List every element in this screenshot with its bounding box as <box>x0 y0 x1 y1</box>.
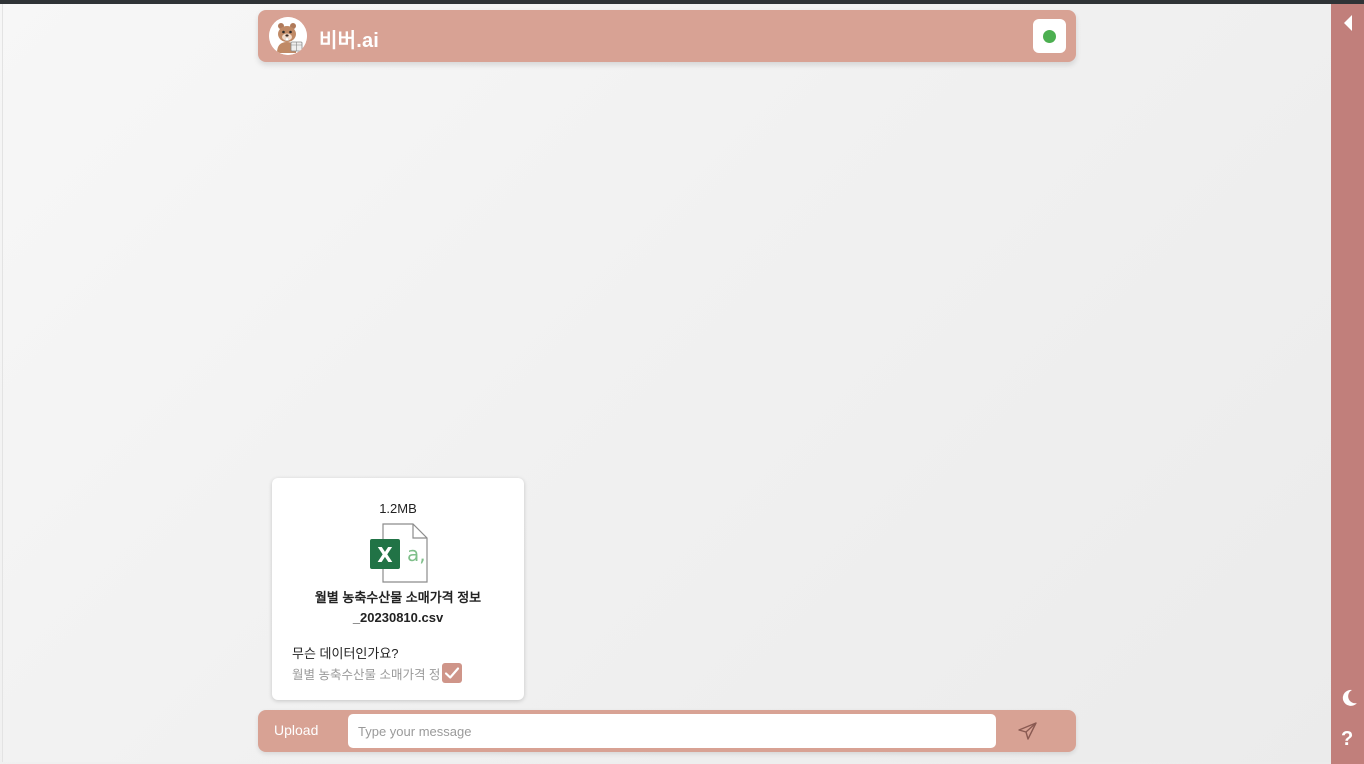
file-question-label: 무슨 데이터인가요? <box>292 646 399 661</box>
svg-text:a,: a, <box>407 542 426 566</box>
message-input[interactable] <box>348 714 996 748</box>
send-button[interactable] <box>1016 719 1040 743</box>
file-name-line2: _20230810.csv <box>352 610 444 625</box>
upload-button[interactable]: Upload <box>274 722 318 738</box>
file-answer-text: 월별 농축수산물 소매가격 정보 <box>292 668 440 682</box>
status-indicator[interactable] <box>1033 19 1066 53</box>
caret-left-icon <box>1344 15 1352 31</box>
online-status-dot-icon <box>1043 30 1056 43</box>
chat-area <box>2 4 1331 762</box>
excel-file-icon: a, X <box>369 522 429 584</box>
file-name-line1: 월별 농축수산물 소매가격 정보 <box>314 590 482 605</box>
file-size: 1.2MB <box>379 501 417 516</box>
beaver-avatar-icon <box>269 17 307 55</box>
help-button[interactable]: ? <box>1341 728 1353 750</box>
checkmark-icon <box>444 667 460 679</box>
file-name: 월별 농축수산물 소매가격 정보 _20230810.csv <box>282 588 514 628</box>
collapse-sidebar-button[interactable] <box>1341 14 1355 32</box>
svg-text:X: X <box>377 543 393 567</box>
app-background <box>0 4 1364 764</box>
confirm-checkbox[interactable] <box>442 663 462 683</box>
file-answer-row: 월별 농축수산물 소매가격 정보 <box>292 663 462 683</box>
send-icon <box>1018 722 1037 740</box>
right-sidebar: ? <box>1331 4 1364 764</box>
message-input-bar: Upload <box>258 710 1076 752</box>
dark-mode-toggle[interactable] <box>1339 688 1359 708</box>
chat-header: 비버.ai <box>258 10 1076 62</box>
moon-icon <box>1342 689 1357 706</box>
uploaded-file-card: 1.2MB a, X 월별 농축수산물 소매가격 정보 _20230810.cs… <box>272 478 524 700</box>
brand-title: 비버.ai <box>319 30 380 52</box>
